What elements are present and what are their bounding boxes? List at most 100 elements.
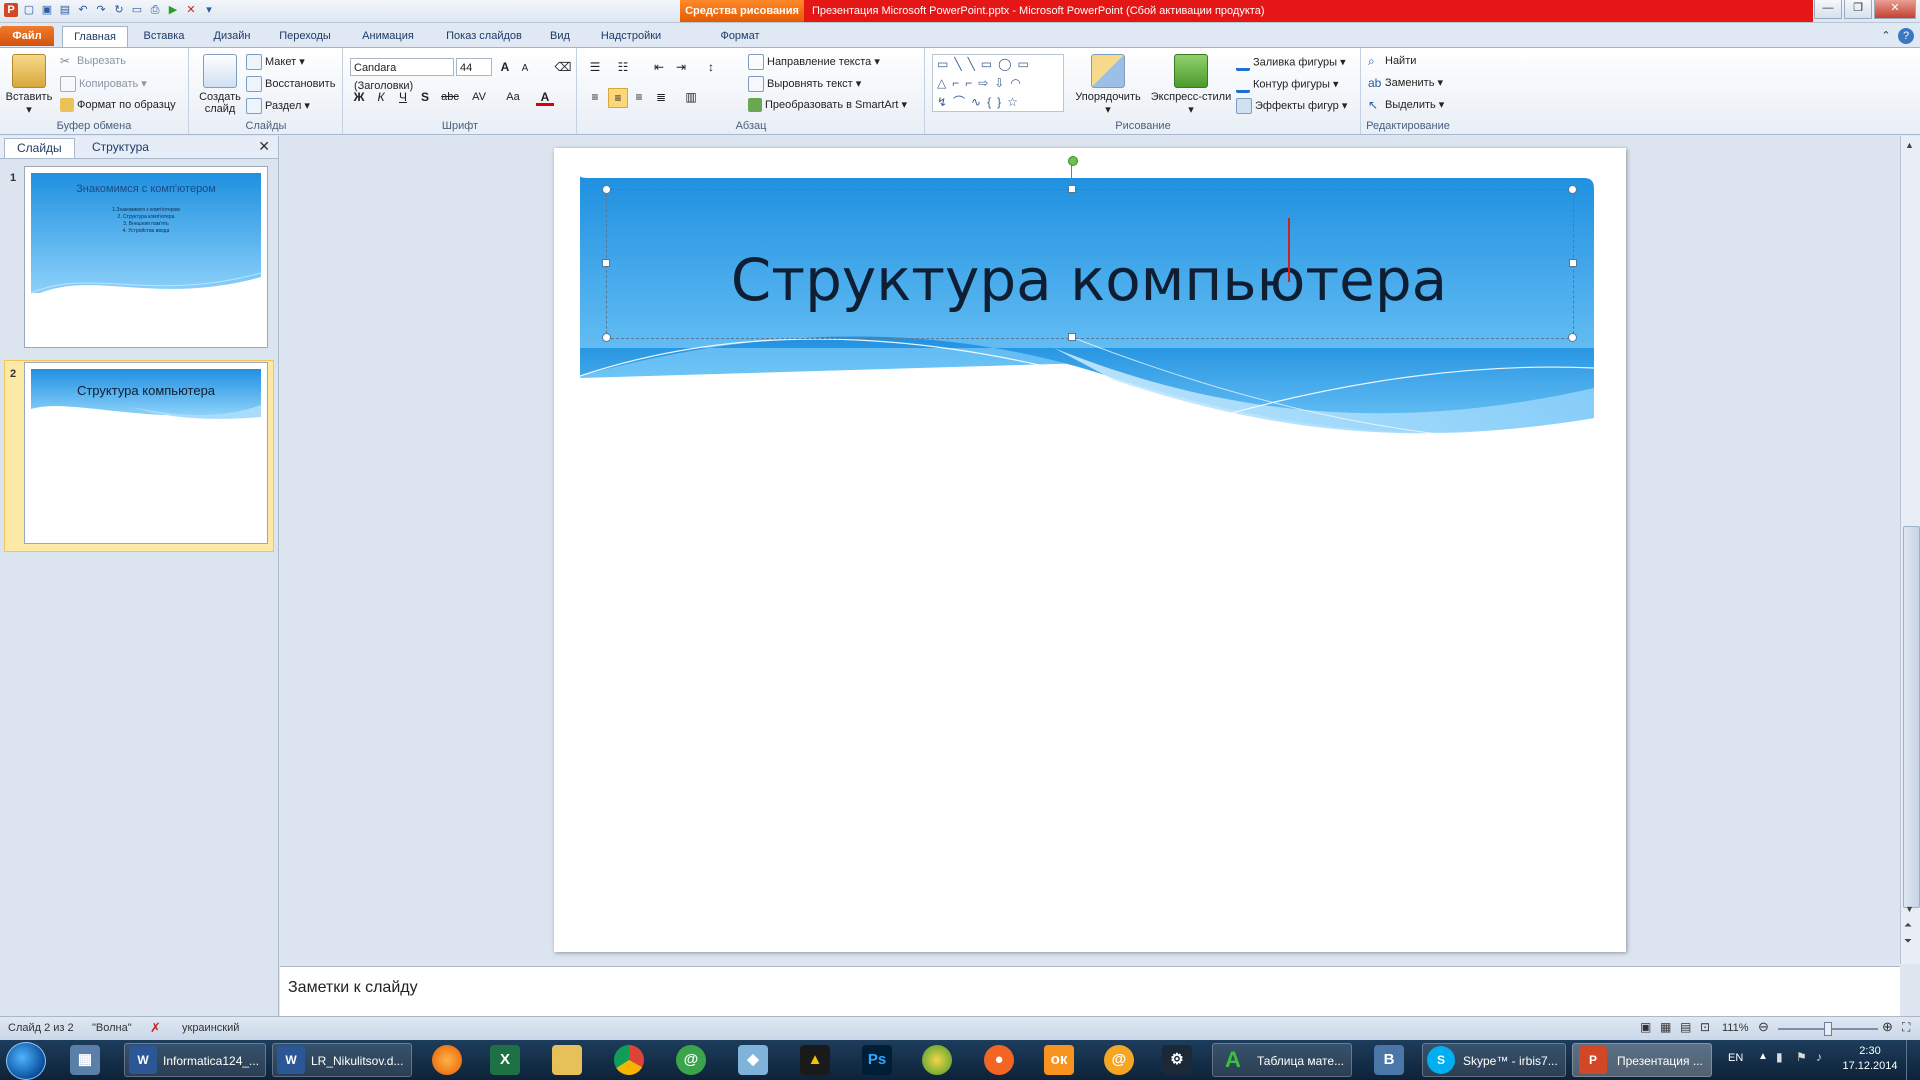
resize-handle[interactable] xyxy=(1569,259,1577,267)
slide-sorter-icon[interactable]: ▦ xyxy=(1660,1020,1671,1034)
font-size-select[interactable]: 44 xyxy=(456,58,492,76)
taskbar-item-skype[interactable]: S Skype™ - irbis7... xyxy=(1422,1043,1566,1077)
replace-button[interactable]: ab Заменить ▾ xyxy=(1368,76,1443,90)
keyboard-language[interactable]: EN xyxy=(1728,1052,1743,1064)
photoshop-icon[interactable]: Ps xyxy=(862,1045,892,1075)
shape-fill-button[interactable]: Заливка фигуры ▾ xyxy=(1236,54,1346,71)
taskbar-item-table[interactable]: A Таблица мате... xyxy=(1212,1043,1352,1077)
line-spacing-icon[interactable]: ↕ xyxy=(702,58,720,76)
increase-indent-icon[interactable]: ⇥ xyxy=(672,58,690,76)
resize-handle[interactable] xyxy=(1068,333,1076,341)
tab-home[interactable]: Главная xyxy=(62,26,128,47)
tab-file[interactable]: Файл xyxy=(0,26,54,46)
resize-handle[interactable] xyxy=(602,185,611,194)
zoom-out-icon[interactable]: ⊖ xyxy=(1758,1019,1769,1035)
resize-handle[interactable] xyxy=(1068,185,1076,193)
font-name-select[interactable]: Candara (Заголовки) xyxy=(350,58,454,92)
shape-effects-button[interactable]: Эффекты фигур ▾ xyxy=(1236,98,1347,114)
language-indicator[interactable]: украинский xyxy=(182,1022,239,1034)
save-as-icon[interactable]: ▤ xyxy=(58,3,72,17)
clear-format-icon[interactable]: ⌫ xyxy=(554,58,572,76)
reset-button[interactable]: Восстановить xyxy=(246,76,335,92)
tab-design[interactable]: Дизайн xyxy=(204,26,260,46)
tray-expand-icon[interactable]: ▲ xyxy=(1758,1051,1768,1062)
align-text-button[interactable]: Выровнять текст ▾ xyxy=(748,76,861,92)
resize-handle[interactable] xyxy=(602,333,611,342)
numbering-icon[interactable]: ☷ xyxy=(614,58,632,76)
shapes-gallery[interactable]: ▭╲╲▭◯▭ △⌐⌐⇨⇩◠ ↯⌒∿{}☆ xyxy=(932,54,1064,112)
start-button[interactable] xyxy=(6,1042,46,1080)
clock[interactable]: 2:30 17.12.2014 xyxy=(1840,1044,1900,1074)
minimize-button[interactable]: — xyxy=(1814,0,1842,19)
zoom-in-icon[interactable]: ⊕ xyxy=(1882,1019,1893,1035)
save-icon[interactable]: ▣ xyxy=(40,3,54,17)
columns-icon[interactable]: ▥ xyxy=(682,88,700,106)
paste-button[interactable]: Вставить ▾ xyxy=(4,54,54,116)
warning-app-icon[interactable]: ▲ xyxy=(800,1045,830,1075)
glass-app-icon[interactable]: ◆ xyxy=(738,1045,768,1075)
help-icon[interactable]: ? xyxy=(1898,28,1914,44)
resize-handle[interactable] xyxy=(1568,333,1577,342)
spellcheck-icon[interactable]: ✗ xyxy=(150,1020,161,1036)
vertical-scrollbar[interactable]: ▲ ▼ ⏶ ⏷ xyxy=(1900,136,1920,964)
new-slide-button[interactable]: Создать слайд xyxy=(194,54,246,115)
tab-addins[interactable]: Надстройки xyxy=(592,26,670,46)
taskbar-item-word-1[interactable]: W Informatica124_... xyxy=(124,1043,266,1077)
select-button[interactable]: ↖ Выделить ▾ xyxy=(1368,98,1444,112)
odnoklassniki-icon[interactable]: ок xyxy=(1044,1045,1074,1075)
shrink-font-icon[interactable]: A xyxy=(516,60,534,78)
open-icon[interactable]: ▢ xyxy=(22,3,36,17)
taskbar-item-powerpoint[interactable]: P Презентация ... xyxy=(1572,1043,1712,1077)
scrollbar-thumb[interactable] xyxy=(1903,526,1920,908)
redo-icon[interactable]: ↷ xyxy=(94,3,108,17)
italic-button[interactable]: К xyxy=(372,88,390,106)
close-doc-icon[interactable]: ✕ xyxy=(184,3,198,17)
media-player-icon[interactable] xyxy=(922,1045,952,1075)
tab-animations[interactable]: Анимация xyxy=(352,26,424,46)
mail-ru-icon[interactable]: @ xyxy=(1104,1045,1134,1075)
tab-slides[interactable]: Слайды xyxy=(4,138,75,158)
action-center-icon[interactable]: ⚑ xyxy=(1796,1050,1807,1064)
network-icon[interactable]: ▮ xyxy=(1776,1050,1783,1064)
underline-button[interactable]: Ч xyxy=(394,88,412,106)
char-spacing-button[interactable]: AV xyxy=(466,88,492,106)
tab-format[interactable]: Формат xyxy=(700,26,780,46)
slide-canvas[interactable]: Структура компьютера xyxy=(554,148,1626,952)
layout-button[interactable]: Макет ▾ xyxy=(246,54,305,70)
rotation-handle[interactable] xyxy=(1068,156,1078,166)
resize-handle[interactable] xyxy=(602,259,610,267)
undo-icon[interactable]: ↶ xyxy=(76,3,90,17)
tab-outline[interactable]: Структура xyxy=(80,138,161,157)
notes-pane[interactable]: Заметки к слайду xyxy=(280,966,1900,1017)
align-right-icon[interactable]: ≡ xyxy=(630,88,648,106)
fit-to-window-icon[interactable]: ⛶ xyxy=(1902,1020,1910,1035)
slide-thumbnail-1[interactable]: Знакомимся с комп'ютером 1.Знакомимся з … xyxy=(24,166,268,348)
zoom-slider-thumb[interactable] xyxy=(1824,1022,1832,1036)
bold-button[interactable]: Ж xyxy=(350,88,368,106)
cut-button[interactable]: ✂ Вырезать xyxy=(60,54,126,68)
next-slide-icon[interactable]: ⏷ xyxy=(1904,936,1912,947)
decrease-indent-icon[interactable]: ⇤ xyxy=(650,58,668,76)
shadow-button[interactable]: S xyxy=(416,88,434,106)
font-color-button[interactable]: A xyxy=(536,88,554,106)
tab-view[interactable]: Вид xyxy=(542,26,578,46)
find-button[interactable]: ⌕ Найти xyxy=(1368,54,1416,68)
resize-handle[interactable] xyxy=(1568,185,1577,194)
ribbon-minimize-icon[interactable]: ⌃ xyxy=(1878,26,1894,46)
new-icon[interactable]: ▭ xyxy=(130,3,144,17)
scroll-up-icon[interactable]: ▲ xyxy=(1905,140,1914,150)
align-center-icon[interactable]: ≡ xyxy=(608,88,628,108)
slide-title[interactable]: Структура компьютера xyxy=(606,246,1572,314)
tab-insert[interactable]: Вставка xyxy=(138,26,190,46)
close-icon[interactable]: ✕ xyxy=(258,138,270,155)
tab-transitions[interactable]: Переходы xyxy=(272,26,338,46)
maximize-button[interactable]: ❐ xyxy=(1844,0,1872,19)
excel-icon[interactable]: X xyxy=(490,1045,520,1075)
justify-icon[interactable]: ≣ xyxy=(652,88,670,106)
steam-icon[interactable]: ⚙ xyxy=(1162,1045,1192,1075)
volume-icon[interactable]: ♪ xyxy=(1816,1050,1822,1064)
notes-placeholder[interactable]: Заметки к слайду xyxy=(288,979,418,997)
tab-slideshow[interactable]: Показ слайдов xyxy=(438,26,530,46)
strike-button[interactable]: abc xyxy=(438,88,462,106)
print-icon[interactable]: ⎙ xyxy=(148,3,162,17)
